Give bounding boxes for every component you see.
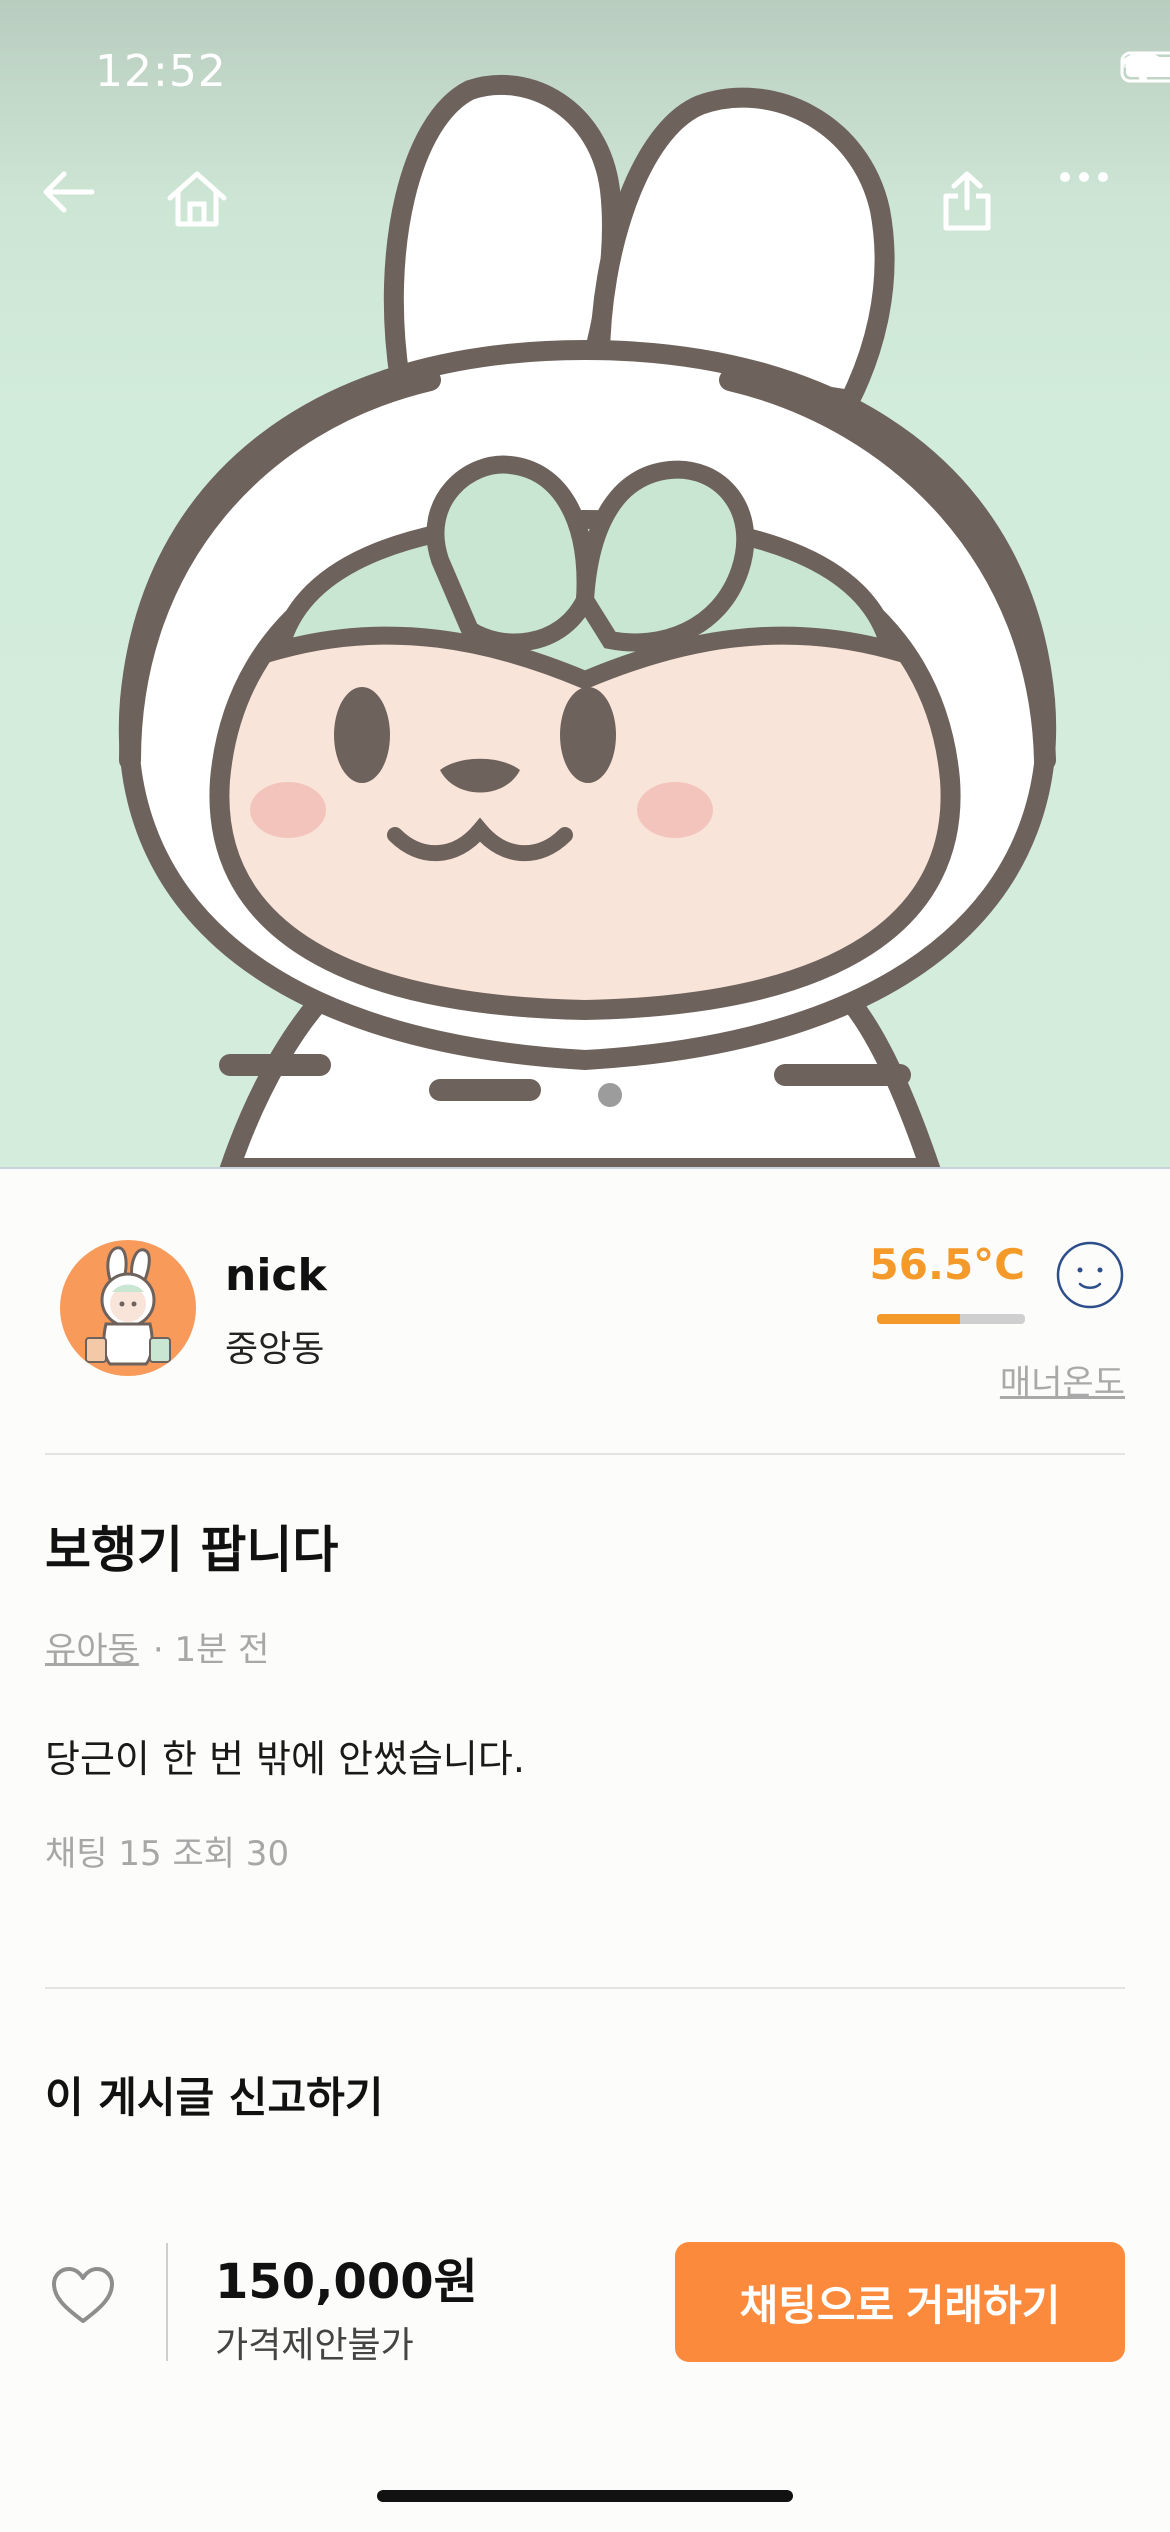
back-button[interactable] xyxy=(40,170,112,242)
battery-icon xyxy=(1120,51,1170,83)
post-title: 보행기 팝니다 xyxy=(45,1521,339,1579)
price: 150,000원 xyxy=(215,2254,478,2310)
avatar[interactable] xyxy=(60,1240,196,1376)
heart-icon[interactable] xyxy=(50,2265,116,2325)
divider xyxy=(45,1987,1125,1989)
post-stats: 채팅 15 조회 30 xyxy=(45,1834,290,1874)
post-category-link[interactable]: 유아동 xyxy=(45,1622,139,1671)
more-button[interactable] xyxy=(1058,170,1130,242)
report-post-link[interactable]: 이 게시글 신고하기 xyxy=(45,2064,383,2125)
seller-profile[interactable]: nick 중앙동 56.5°C 매너온도 xyxy=(45,1240,1125,1403)
chat-trade-button[interactable]: 채팅으로 거래하기 xyxy=(675,2242,1125,2362)
hero-divider xyxy=(0,1167,1170,1169)
post-body: 당근이 한 번 밖에 안썼습니다. xyxy=(45,1737,525,1781)
share-icon xyxy=(943,171,991,231)
manner-temperature-fill xyxy=(877,1314,960,1324)
price-negotiation-note: 가격제안불가 xyxy=(215,2325,414,2366)
back-arrow-icon xyxy=(43,171,95,213)
home-icon xyxy=(167,171,227,227)
divider-vertical xyxy=(166,2243,168,2361)
post-meta: 유아동 · 1분 전 xyxy=(45,1622,269,1671)
seller-location: 중앙동 xyxy=(225,1329,325,1370)
bottom-action-bar: 150,000원 가격제안불가 채팅으로 거래하기 xyxy=(0,2220,1170,2370)
divider xyxy=(45,1453,1125,1455)
product-image[interactable]: 12:52 xyxy=(0,0,1170,1168)
home-button[interactable] xyxy=(166,170,238,242)
more-icon xyxy=(1060,172,1108,182)
post-time: · 1분 전 xyxy=(152,1630,270,1670)
manner-temperature-bar xyxy=(877,1314,1025,1324)
bunny-avatar-icon xyxy=(85,1246,171,1366)
home-indicator xyxy=(377,2490,793,2502)
status-time: 12:52 xyxy=(95,46,227,97)
smile-face-icon xyxy=(1056,1241,1124,1309)
manner-temperature: 56.5°C xyxy=(869,1240,1025,1289)
page-indicator-dot xyxy=(598,1083,622,1107)
seller-name: nick xyxy=(225,1250,327,1301)
manner-temperature-link[interactable]: 매너온도 xyxy=(1000,1355,1125,1404)
share-button[interactable] xyxy=(942,170,1014,242)
